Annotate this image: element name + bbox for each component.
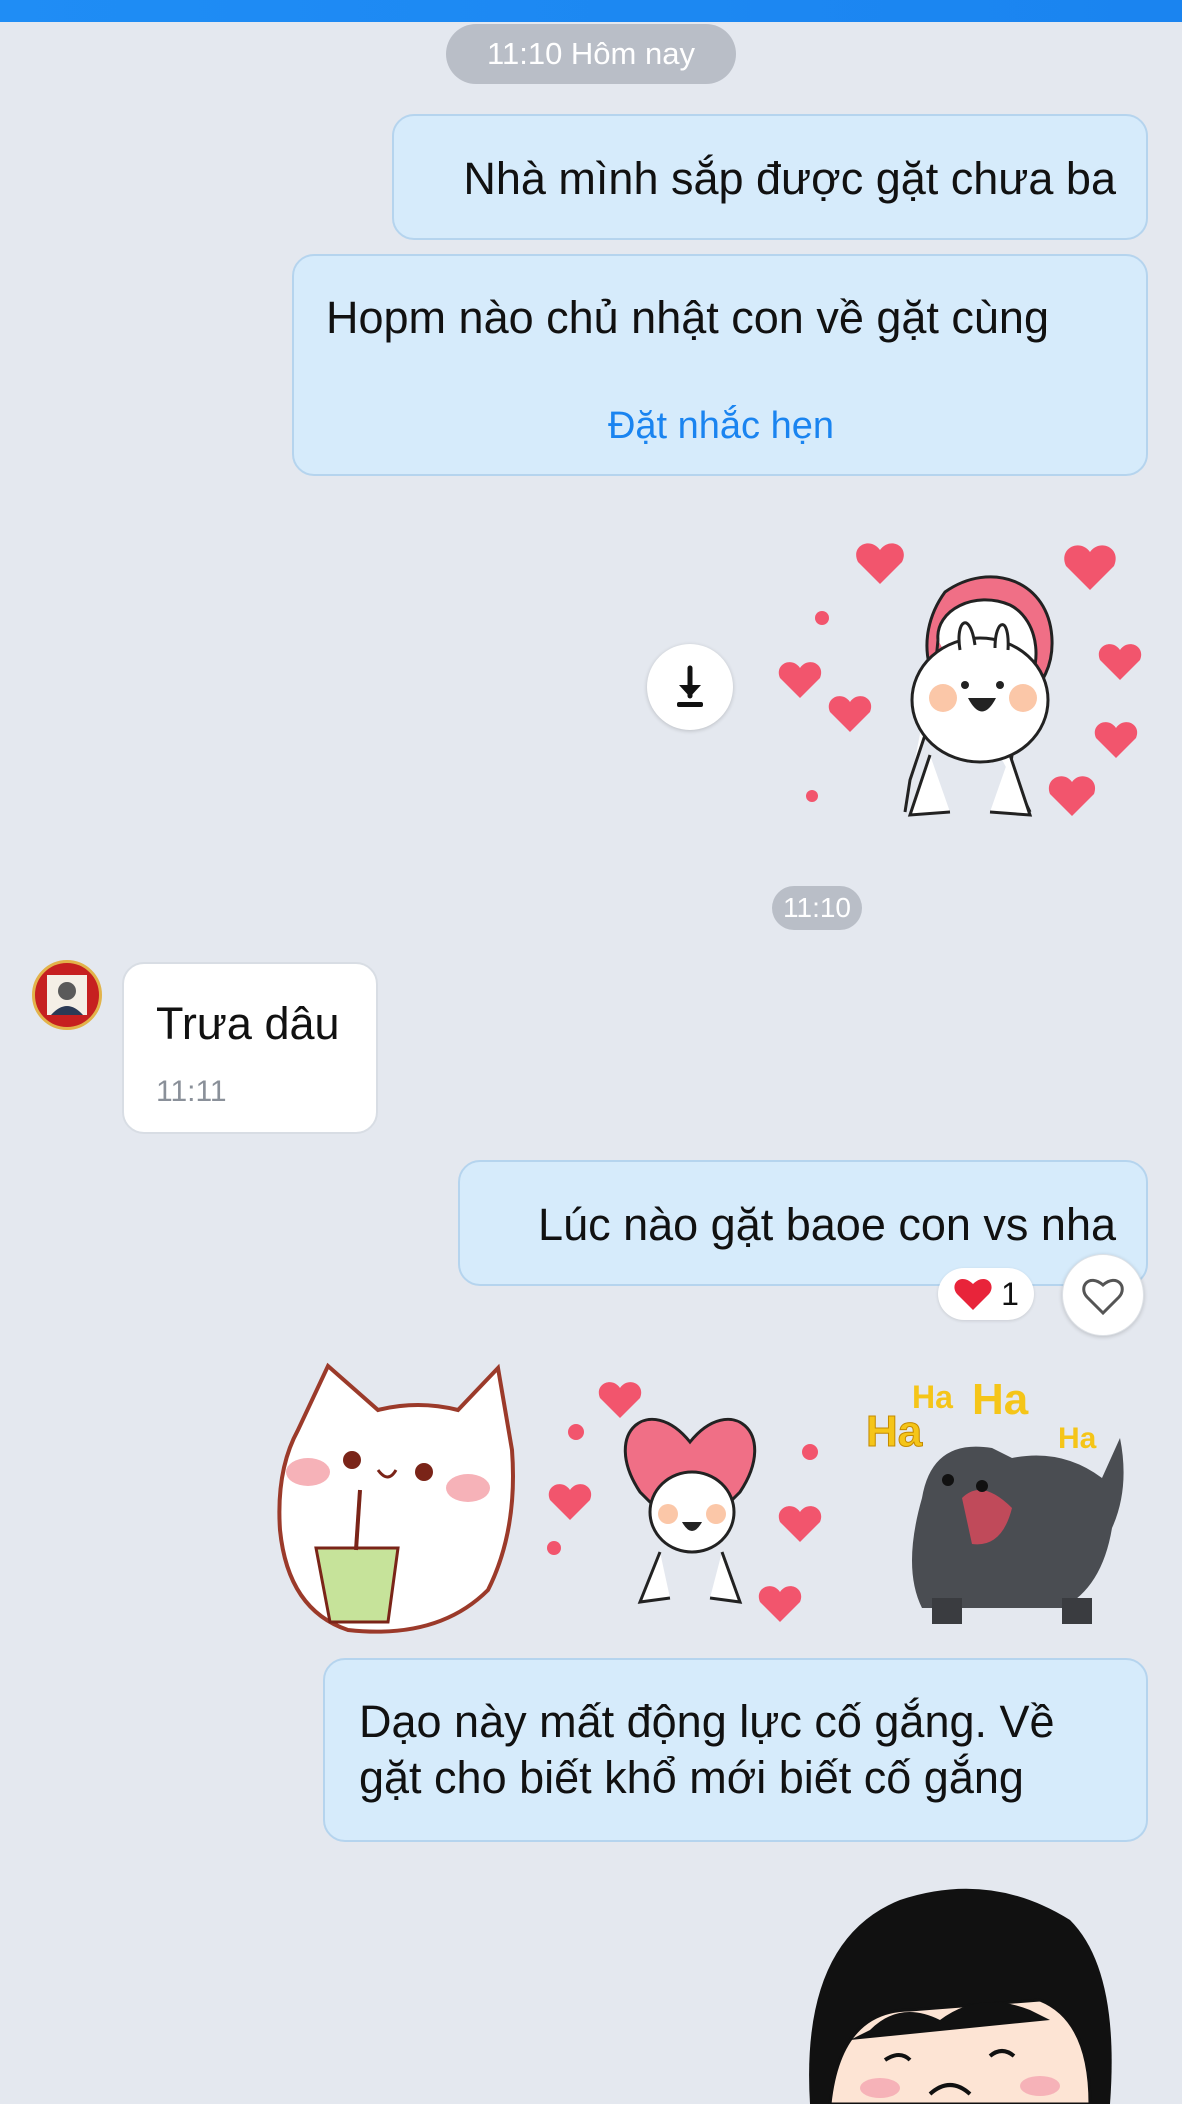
message-text: Trưa dâu [156,998,340,1049]
ha-text: Ha [1058,1422,1097,1455]
message-bubble-incoming[interactable]: Trưa dâu 11:11 [122,962,378,1134]
cat-drinking-sticker[interactable] [268,1360,518,1640]
top-status-bar [0,0,1182,22]
girl-face-sticker[interactable] [790,1880,1130,2104]
reaction-badge[interactable]: 1 [938,1268,1034,1320]
message-text: Lúc nào gặt baoe con vs nha [538,1199,1116,1250]
message-timestamp: 11:11 [156,1075,227,1108]
message-text: Nhà mình sắp được gặt chưa ba [463,153,1116,204]
message-bubble-outgoing[interactable]: Lúc nào gặt baoe con vs nha [458,1160,1148,1286]
download-sticker-button[interactable] [647,644,733,730]
reaction-count: 1 [1001,1275,1019,1312]
laughing-dog-sticker[interactable]: Ha Ha Ha Ha [862,1368,1152,1632]
set-reminder-link[interactable]: Đặt nhắc hẹn [326,398,1116,454]
message-text-line: gặt cho biết khổ mới biết cố gắng [359,1752,1024,1803]
message-text-line: Dạo này mất động lực cố gắng. Về [359,1696,1055,1747]
ha-text: Ha [972,1375,1029,1424]
message-bubble-outgoing[interactable]: Nhà mình sắp được gặt chưa ba [392,114,1148,240]
date-pill: 11:10 Hôm nay [446,24,736,84]
message-bubble-outgoing[interactable]: Dạo này mất động lực cố gắng. Về gặt cho… [323,1658,1148,1842]
bunny-heart-sticker[interactable] [540,1372,840,1622]
avatar[interactable] [32,960,102,1030]
download-icon [677,665,703,707]
ha-text: Ha [912,1379,953,1415]
time-pill: 11:10 [772,886,862,930]
heart-icon [954,1278,992,1310]
heart-outline-icon [1082,1278,1124,1316]
message-bubble-outgoing[interactable]: Hopm nào chủ nhật con về gặt cùng Đặt nh… [292,254,1148,476]
bunny-hearts-sticker[interactable] [760,530,1160,850]
message-text: Hopm nào chủ nhật con về gặt cùng [326,292,1049,343]
react-button[interactable] [1062,1254,1144,1336]
